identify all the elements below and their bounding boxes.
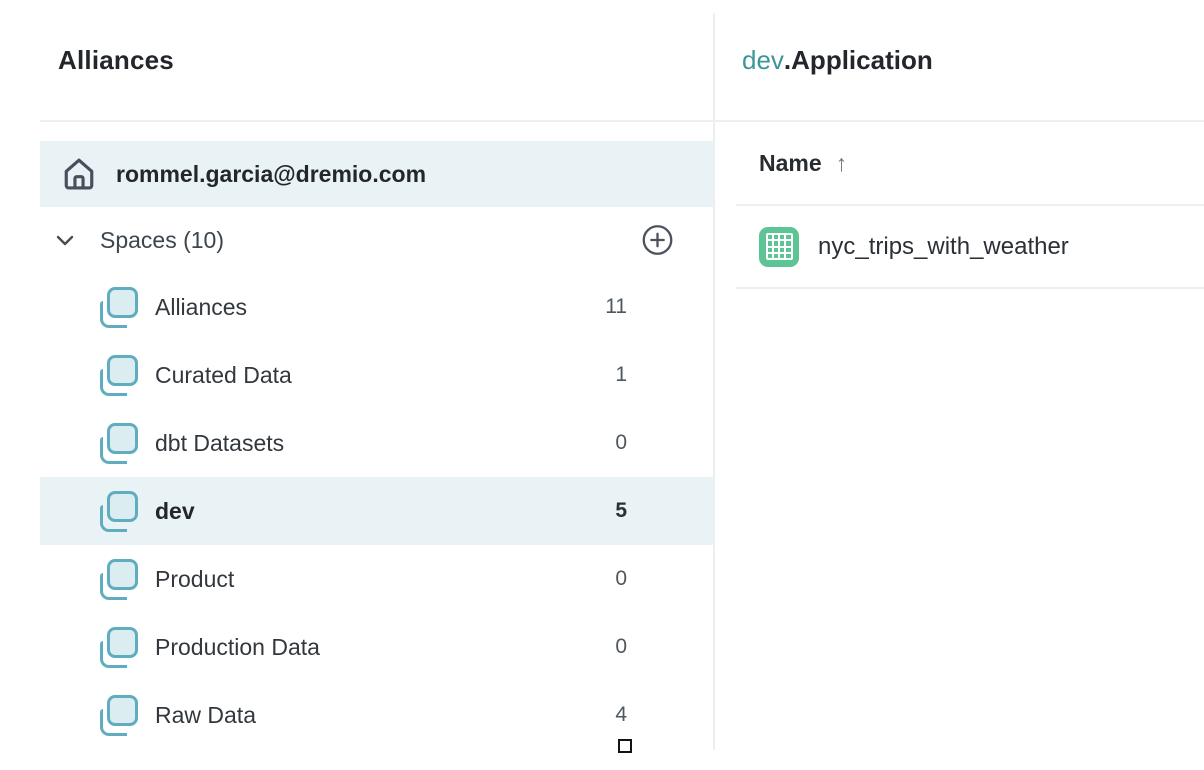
breadcrumb-space-link[interactable]: dev [742,45,784,75]
sort-ascending-icon: ↑ [836,150,848,177]
add-space-button[interactable] [641,224,674,257]
name-column-label: Name [759,150,822,177]
table-header-name-column[interactable]: Name ↑ [715,122,1204,204]
dataset-table-icon [759,227,799,267]
space-count: 1 [597,363,627,387]
sidebar-item-dbt-datasets[interactable]: dbt Datasets 0 [40,409,713,477]
space-count: 5 [597,499,627,523]
sidebar-header: Alliances [0,0,713,120]
space-count: 11 [597,295,627,319]
sidebar-item-alliances[interactable]: Alliances 11 [40,273,713,341]
chevron-down-icon[interactable] [53,228,77,252]
spaces-section-header: Spaces (10) [0,207,713,273]
sidebar-item-raw-data[interactable]: Raw Data 4 [40,681,713,749]
space-icon [100,423,138,464]
home-icon [61,155,97,193]
sidebar-item-curated-data[interactable]: Curated Data 1 [40,341,713,409]
space-icon [100,355,138,396]
space-count: 4 [597,703,627,727]
space-name: Production Data [155,634,320,661]
sidebar-item-product[interactable]: Product 0 [40,545,713,613]
space-icon [100,695,138,736]
sidebar: Alliances rommel.garcia@dremio.com Space… [0,0,713,770]
space-count: 0 [597,567,627,591]
sidebar-header-divider [40,120,713,122]
stray-square-artifact [618,739,632,753]
content-panel: dev.Application Name ↑ nyc_trips_with_we… [715,0,1204,770]
space-name: Product [155,566,234,593]
space-name: Raw Data [155,702,256,729]
space-icon [100,491,138,532]
space-name: dbt Datasets [155,430,284,457]
dataset-row-nyc-trips-with-weather[interactable]: nyc_trips_with_weather [715,206,1204,287]
space-count: 0 [597,635,627,659]
page-title: Application [791,45,933,75]
home-email-label: rommel.garcia@dremio.com [116,161,426,188]
content-header: dev.Application [715,0,1204,120]
plus-circle-icon [641,224,674,257]
sidebar-title: Alliances [58,45,174,76]
space-name: dev [155,498,195,525]
sidebar-item-dev[interactable]: dev 5 [40,477,713,545]
spaces-section-label: Spaces (10) [100,227,224,254]
space-icon [100,559,138,600]
table-row-divider [736,287,1204,289]
dremio-catalog-app: Alliances rommel.garcia@dremio.com Space… [0,0,1204,770]
space-count: 0 [597,431,627,455]
space-name: Curated Data [155,362,292,389]
space-name: Alliances [155,294,247,321]
breadcrumb: dev.Application [742,45,933,76]
space-icon [100,287,138,328]
dataset-name: nyc_trips_with_weather [818,233,1069,261]
home-space-row[interactable]: rommel.garcia@dremio.com [40,141,713,207]
space-icon [100,627,138,668]
sidebar-item-production-data[interactable]: Production Data 0 [40,613,713,681]
